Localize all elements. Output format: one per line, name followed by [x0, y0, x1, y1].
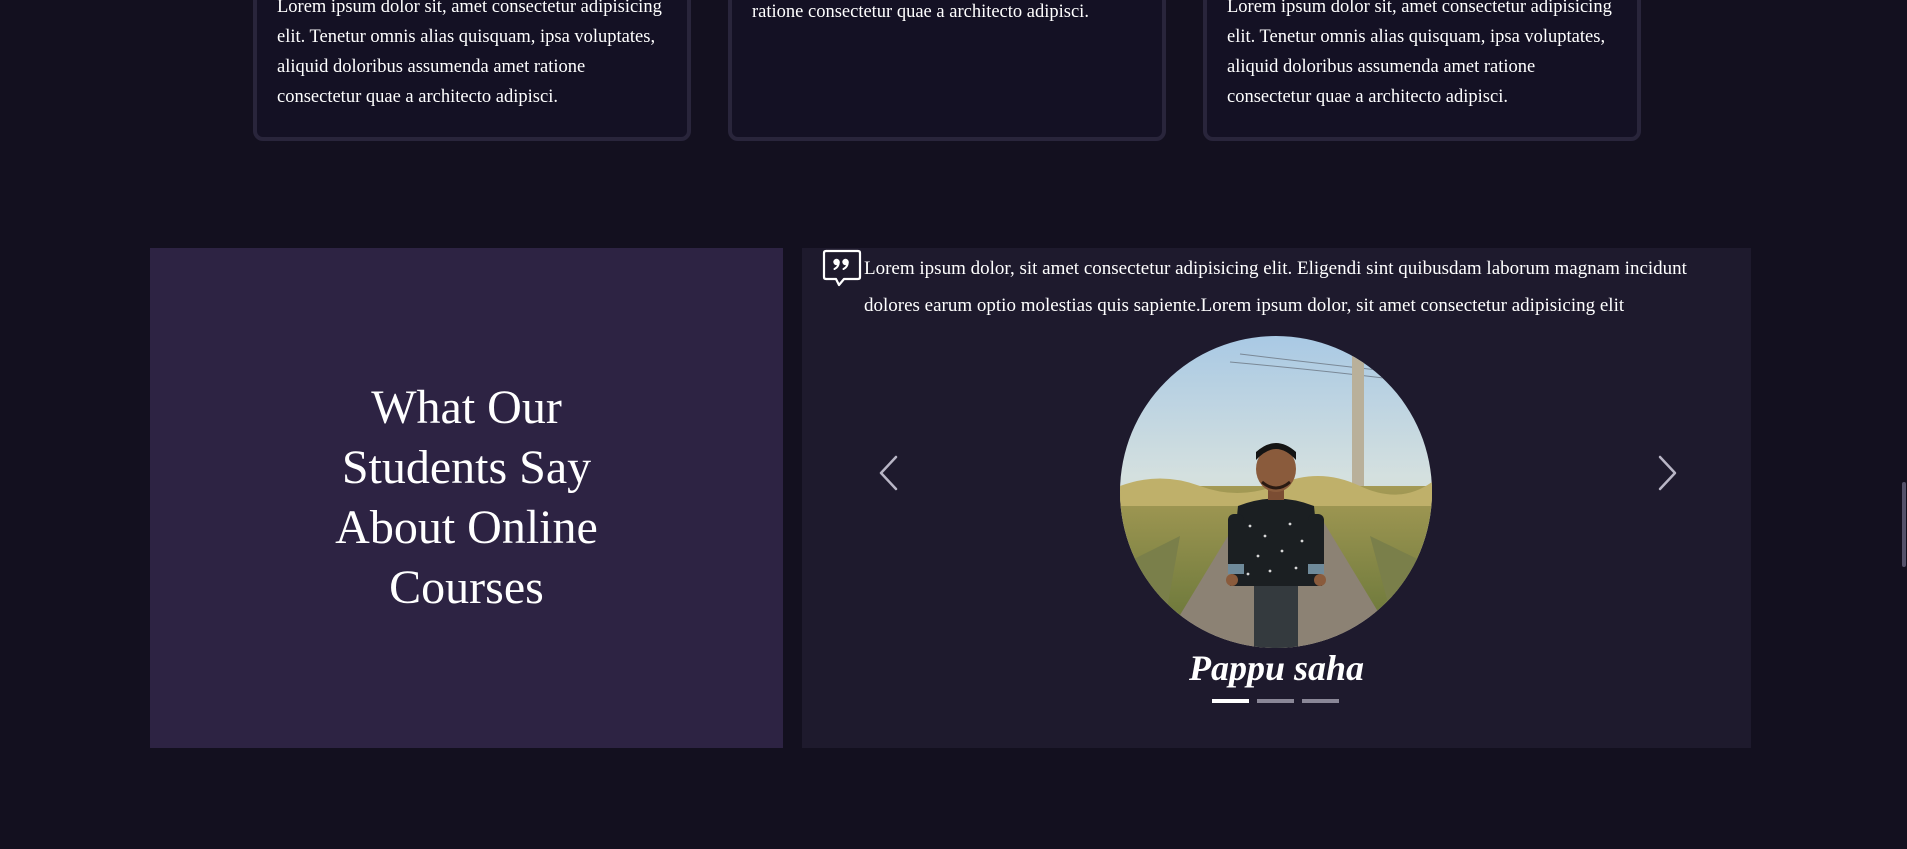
feature-card: Lorem ipsum dolor sit, amet consectetur …: [1203, 0, 1641, 141]
feature-card: Lorem ipsum dolor sit, amet consectetur …: [253, 0, 691, 141]
testimonial-slider: Lorem ipsum dolor, sit amet consectetur …: [802, 248, 1751, 748]
slider-indicators: [1212, 699, 1339, 703]
slide-indicator-2[interactable]: [1257, 699, 1294, 703]
scrollbar-thumb[interactable]: [1902, 482, 1906, 567]
slide-indicator-3[interactable]: [1302, 699, 1339, 703]
scrollbar-track[interactable]: [1901, 0, 1907, 849]
quote-bubble-icon: [822, 249, 862, 287]
chevron-right-icon[interactable]: [1654, 453, 1680, 493]
page: Lorem ipsum dolor sit, amet consectetur …: [0, 0, 1907, 849]
student-name: Pappu saha: [1188, 648, 1365, 688]
testimonial-heading-panel: What Our Students Say About Online Cours…: [150, 248, 783, 748]
student-photo: [1120, 336, 1432, 648]
student-avatar: [1120, 336, 1432, 648]
feature-card-text: ipsa voluptates, aliquid doloribus assum…: [752, 2, 1089, 22]
chevron-left-icon[interactable]: [876, 453, 902, 493]
feature-card-text: Lorem ipsum dolor sit, amet consectetur …: [277, 0, 662, 107]
feature-card: ipsa voluptates, aliquid doloribus assum…: [728, 0, 1166, 141]
feature-card-text: Lorem ipsum dolor sit, amet consectetur …: [1227, 0, 1612, 107]
slide-indicator-1[interactable]: [1212, 699, 1249, 703]
testimonial-quote: Lorem ipsum dolor, sit amet consectetur …: [864, 258, 1687, 316]
section-title: What Our Students Say About Online Cours…: [335, 381, 598, 614]
